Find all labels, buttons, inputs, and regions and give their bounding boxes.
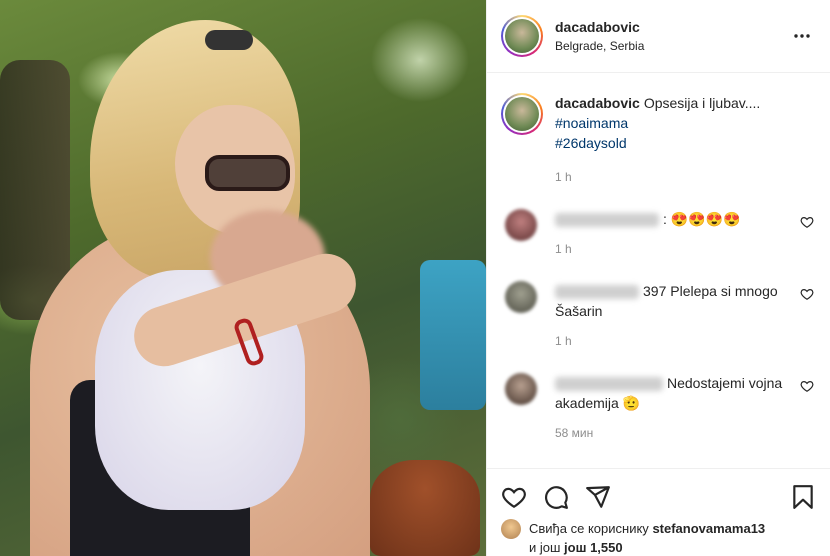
share-button[interactable]: [585, 484, 611, 510]
post-side-panel: dacadabovic Belgrade, Serbia dacadabovic…: [486, 0, 830, 556]
author-meta: dacadabovic Belgrade, Serbia: [555, 19, 790, 53]
caption-author-avatar[interactable]: [501, 93, 543, 135]
photo-scrunchie: [205, 30, 253, 50]
comments-section: dacadabovic Opsesija i ljubav.... #noaima…: [487, 73, 830, 468]
comment-time[interactable]: 1 h: [555, 331, 792, 351]
liker-username[interactable]: stefanovamama13: [652, 521, 765, 536]
commenter-username-blurred[interactable]: [555, 377, 663, 392]
caption-text: Opsesija i ljubav....: [643, 95, 761, 111]
save-button[interactable]: [790, 484, 816, 510]
likes-summary: Свиђа се кориснику stefanovamama13 и још…: [501, 519, 816, 556]
author-avatar[interactable]: [501, 15, 543, 57]
commenter-username-blurred[interactable]: [555, 285, 639, 300]
likes-others-label[interactable]: и још још 1,550: [529, 540, 623, 555]
send-icon: [586, 486, 610, 508]
liker-avatar[interactable]: [501, 519, 521, 539]
commenter-avatar[interactable]: [505, 373, 537, 405]
commenter-avatar[interactable]: [505, 209, 537, 241]
hashtag-link[interactable]: #26daysold: [555, 133, 814, 153]
post-location[interactable]: Belgrade, Serbia: [555, 39, 790, 53]
like-button[interactable]: [501, 484, 527, 510]
caption-time[interactable]: 1 h: [555, 167, 814, 187]
comment-time[interactable]: 58 мин: [555, 423, 792, 443]
comment-button[interactable]: [543, 484, 569, 510]
comment-item: : 😍😍😍😍 1 h: [501, 209, 814, 259]
likes-prefix: Свиђа се кориснику: [529, 521, 649, 536]
bookmark-icon: [793, 485, 813, 509]
comment-text: : 😍😍😍😍: [663, 211, 741, 227]
post-photo[interactable]: [0, 0, 486, 556]
post-caption: dacadabovic Opsesija i ljubav.... #noaima…: [501, 93, 814, 187]
comment-like-heart-icon[interactable]: [800, 215, 814, 229]
comment-item: 397 Plelepa si mnogo Šašarin 1 h: [501, 281, 814, 351]
comment-like-heart-icon[interactable]: [800, 287, 814, 301]
heart-icon: [502, 487, 526, 509]
photo-sunglasses: [205, 155, 290, 191]
commenter-username-blurred[interactable]: [555, 213, 659, 228]
hashtag-link[interactable]: #noaimama: [555, 113, 814, 133]
more-horizontal-icon: [794, 34, 810, 38]
comment-time[interactable]: 1 h: [555, 239, 792, 259]
more-options-button[interactable]: [790, 24, 814, 48]
author-username[interactable]: dacadabovic: [555, 19, 790, 35]
instagram-post: dacadabovic Belgrade, Serbia dacadabovic…: [0, 0, 830, 556]
likes-count: 1,550: [590, 540, 623, 555]
photo-flower-pot: [370, 460, 480, 556]
commenter-avatar[interactable]: [505, 281, 537, 313]
post-header: dacadabovic Belgrade, Serbia: [487, 0, 830, 73]
post-actions: Свиђа се кориснику stefanovamama13 и још…: [487, 468, 830, 556]
photo-blue-toy: [420, 260, 486, 410]
comment-item: Nedostajemi vojna akademija 🫡 58 мин: [501, 373, 814, 443]
likes-and-text: и још: [529, 540, 561, 555]
comment-icon: [545, 486, 568, 509]
action-icons-bar: [501, 481, 816, 513]
likes-still-word: још: [564, 540, 587, 555]
author-avatar-image: [505, 19, 539, 53]
caption-username[interactable]: dacadabovic: [555, 95, 640, 111]
comment-like-heart-icon[interactable]: [800, 379, 814, 393]
